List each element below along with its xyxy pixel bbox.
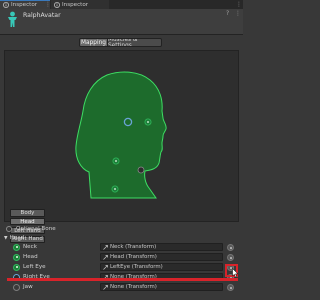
mode-toggle: Mapping Muscles & Settings — [79, 38, 162, 47]
transform-icon — [103, 244, 108, 250]
head-group-header[interactable]: ▼ Head — [0, 234, 243, 242]
optional-status-icon — [13, 283, 20, 291]
group-label: Head — [9, 235, 25, 241]
optional-bone-label: Optional Bone — [16, 226, 56, 232]
object-picker-button[interactable] — [227, 244, 234, 251]
tab-bar: Inspector Inspector ⋮ ⋮ — [0, 0, 243, 9]
tab-inspector[interactable]: Inspector — [0, 0, 50, 9]
optional-bone-legend: Optional Bone — [0, 224, 243, 234]
foldout-arrow-icon[interactable]: ▼ — [4, 236, 8, 241]
bone-row-neck: Neck Neck (Transform) — [0, 242, 243, 252]
more-options-icon[interactable]: ⋮ — [235, 11, 241, 17]
eye-bone-point[interactable] — [144, 118, 152, 126]
tab-label: Inspector — [62, 1, 89, 8]
head-bone-point[interactable] — [112, 157, 120, 165]
mapped-status-icon — [13, 253, 20, 261]
info-icon — [54, 1, 60, 8]
info-icon — [3, 2, 9, 8]
head-silhouette — [75, 71, 167, 199]
help-icon[interactable]: ? — [226, 11, 232, 17]
tab-label: Inspector — [11, 2, 38, 8]
jaw-bone-point[interactable] — [137, 166, 145, 174]
body-button[interactable]: Body — [10, 209, 45, 217]
bone-transform-field[interactable]: None (Transform) — [100, 283, 223, 291]
transform-icon — [103, 254, 108, 260]
tab-inspector-2[interactable]: Inspector — [51, 0, 109, 9]
bone-row-head: Head Head (Transform) — [0, 252, 243, 262]
more-options-icon[interactable]: ⋮ — [236, 1, 242, 8]
object-title: RalphAvatar — [23, 12, 61, 19]
neck-bone-point[interactable] — [111, 185, 119, 193]
transform-icon — [103, 264, 108, 270]
bone-transform-field[interactable]: LeftEye (Transform) — [100, 263, 223, 271]
muscles-settings-tab[interactable]: Muscles & Settings — [107, 39, 161, 46]
head-diagram — [75, 71, 167, 199]
object-picker-button[interactable] — [227, 254, 234, 261]
bone-row-jaw: Jaw None (Transform) — [0, 282, 243, 292]
avatar-icon — [8, 11, 17, 27]
bone-list: Neck Neck (Transform) Head Head (Transfo… — [0, 242, 243, 292]
more-options-icon[interactable]: ⋮ — [45, 1, 51, 8]
bone-name: Head — [23, 254, 38, 260]
bone-row-left-eye: Left Eye LeftEye (Transform) — [0, 262, 243, 272]
bone-name: Left Eye — [23, 264, 46, 270]
transform-icon — [103, 284, 108, 290]
bone-transform-field[interactable]: Neck (Transform) — [100, 243, 223, 251]
object-picker-button[interactable] — [227, 284, 234, 291]
annotation-underline — [7, 278, 238, 281]
bone-name: Neck — [23, 244, 37, 250]
object-header: RalphAvatar ? ⋮ — [0, 9, 243, 35]
bone-name: Jaw — [23, 284, 33, 290]
optional-bone-icon — [6, 226, 12, 232]
mapped-status-icon — [13, 263, 20, 271]
mode-bar: Mapping Muscles & Settings — [0, 35, 243, 49]
mapping-tab[interactable]: Mapping — [80, 39, 107, 46]
mouse-cursor-icon — [232, 268, 239, 278]
mapped-status-icon — [13, 243, 20, 251]
bone-transform-field[interactable]: Head (Transform) — [100, 253, 223, 261]
avatar-head-view: Body Head Left Hand Right Hand — [4, 50, 239, 244]
